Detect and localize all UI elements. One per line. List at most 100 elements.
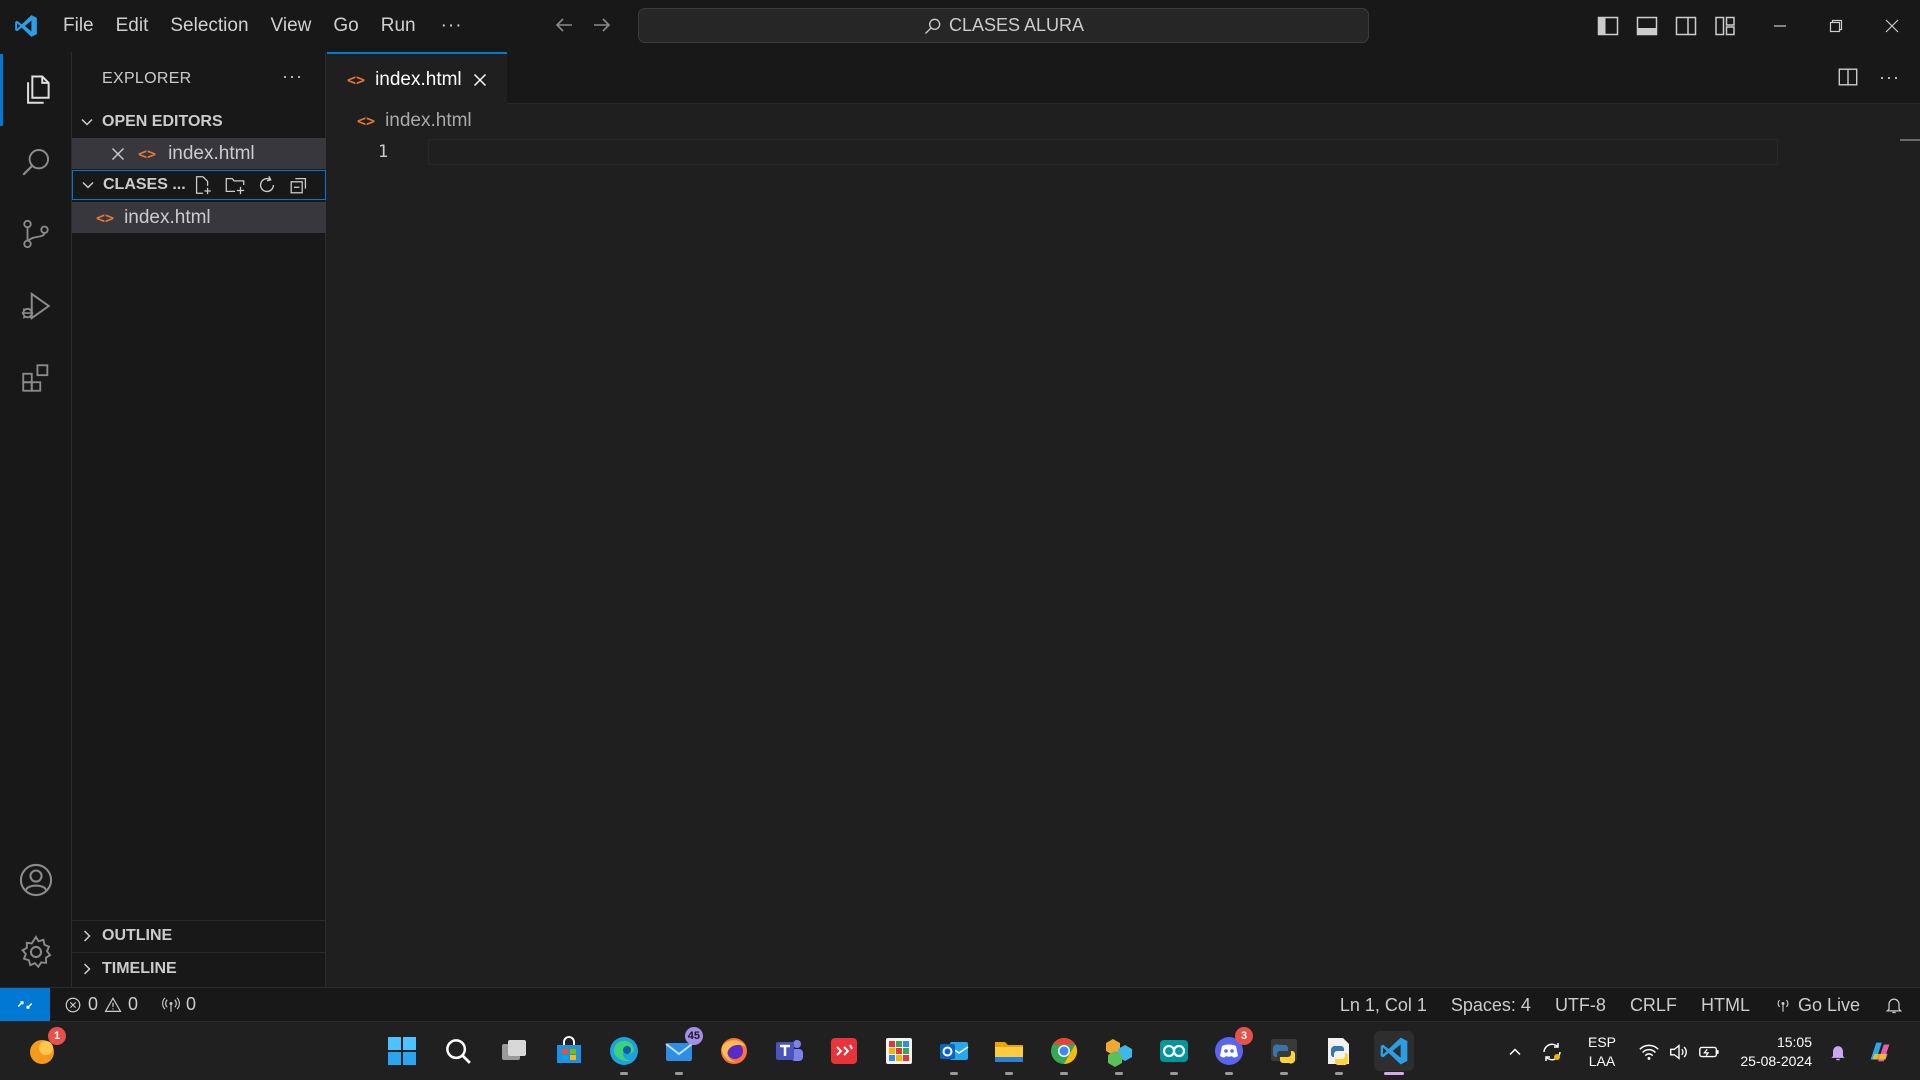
close-tab-icon[interactable] (472, 72, 488, 88)
clock-time: 15:05 (1776, 1033, 1812, 1050)
forward-arrow-icon[interactable] (590, 12, 614, 38)
explorer-icon[interactable] (0, 54, 72, 126)
toggle-panel-icon[interactable] (1635, 14, 1659, 38)
outlook-icon[interactable] (934, 1031, 974, 1075)
notifications-bell-icon[interactable] (1872, 995, 1920, 1015)
open-editors-header[interactable]: OPEN EDITORS (72, 107, 326, 137)
indentation[interactable]: Spaces: 4 (1439, 995, 1543, 1016)
system-tray: ESP LAA 15:05 25-08-2024 (1500, 1022, 1902, 1080)
sync-icon[interactable] (1530, 1040, 1574, 1064)
go-live-button[interactable]: Go Live (1762, 995, 1872, 1016)
ports-count: 0 (186, 994, 197, 1014)
warning-count: 0 (128, 994, 139, 1014)
end-of-line[interactable]: CRLF (1618, 995, 1689, 1016)
remote-indicator-icon[interactable] (0, 987, 50, 1022)
menu-edit[interactable]: Edit (105, 0, 160, 52)
collapse-all-icon[interactable] (288, 174, 310, 196)
network-volume-battery[interactable] (1630, 1041, 1728, 1063)
minimize-icon[interactable] (1752, 0, 1808, 52)
clock-date: 25-08-2024 (1740, 1052, 1812, 1069)
status-bar-right: Ln 1, Col 1 Spaces: 4 UTF-8 CRLF HTML Go… (1328, 988, 1920, 1022)
new-file-icon[interactable] (192, 174, 214, 196)
toggle-primary-sidebar-icon[interactable] (1596, 14, 1620, 38)
scrollbar-slider[interactable] (1900, 139, 1920, 141)
notification-center-icon[interactable] (1818, 1042, 1858, 1062)
chrome-icon[interactable] (1044, 1031, 1084, 1075)
html-file-icon: <> (138, 144, 157, 163)
menu-file[interactable]: File (52, 0, 105, 52)
weather-widget-icon[interactable]: 1 (22, 1027, 66, 1071)
vscode-taskbar-icon[interactable] (1374, 1031, 1414, 1075)
new-folder-icon[interactable] (224, 174, 246, 196)
timeline-title: TIMELINE (102, 960, 177, 977)
calendar-app-icon[interactable] (824, 1031, 864, 1071)
bingo-app-icon[interactable] (879, 1031, 919, 1071)
language-mode[interactable]: HTML (1689, 995, 1762, 1016)
source-control-icon[interactable] (0, 198, 72, 270)
firefox-icon[interactable] (714, 1031, 754, 1071)
extensions-icon[interactable] (0, 342, 72, 414)
close-editor-icon[interactable] (110, 146, 126, 162)
close-window-icon[interactable] (1864, 0, 1920, 52)
volume-icon (1668, 1041, 1690, 1063)
manage-gear-icon[interactable] (0, 916, 72, 988)
menu-go[interactable]: Go (322, 0, 369, 52)
run-and-debug-icon[interactable] (0, 270, 72, 342)
menu-more-button[interactable]: ··· (427, 15, 477, 37)
open-editor-filename: index.html (168, 142, 255, 164)
open-editor-item[interactable]: <> index.html (72, 138, 326, 169)
running-indicator (1280, 1072, 1288, 1075)
taskbar-search-icon[interactable] (438, 1031, 478, 1071)
problems-indicator[interactable]: 0 0 (64, 994, 138, 1015)
code-editor-current-line[interactable] (428, 139, 1778, 165)
edge-icon[interactable] (604, 1031, 644, 1075)
activity-bar (0, 52, 72, 987)
file-explorer-icon[interactable] (989, 1031, 1029, 1075)
editor-tab[interactable]: <> index.html (327, 52, 507, 105)
menu-view[interactable]: View (260, 0, 323, 52)
mail-icon[interactable]: 45 (659, 1027, 703, 1075)
copilot-icon[interactable] (1858, 1037, 1902, 1067)
split-editor-icon[interactable] (1837, 66, 1859, 88)
explorer-more-button[interactable]: ··· (282, 66, 303, 87)
html-file-icon: <> (347, 70, 366, 89)
running-indicator (1335, 1072, 1343, 1075)
breadcrumb: <> index.html (357, 110, 472, 132)
accounts-icon[interactable] (0, 844, 72, 916)
command-center-search[interactable]: CLASES ALURA (638, 8, 1369, 43)
toggle-secondary-sidebar-icon[interactable] (1674, 14, 1698, 38)
blocks-app-icon[interactable] (1099, 1031, 1139, 1075)
file-tree-item[interactable]: <> index.html (72, 202, 326, 233)
discord-icon[interactable]: 3 (1209, 1027, 1253, 1075)
file-encoding[interactable]: UTF-8 (1543, 995, 1618, 1016)
menu-run[interactable]: Run (370, 0, 427, 52)
running-indicator (675, 1072, 683, 1075)
teams-icon[interactable] (769, 1031, 809, 1071)
python-idle-icon[interactable] (1319, 1031, 1359, 1075)
folder-header[interactable]: CLASES ... (72, 170, 326, 200)
keyboard-layout: LAA (1588, 1052, 1616, 1069)
microsoft-store-icon[interactable] (549, 1031, 589, 1071)
outline-header[interactable]: OUTLINE (72, 921, 326, 951)
arduino-icon[interactable] (1154, 1031, 1194, 1075)
customize-layout-icon[interactable] (1713, 14, 1737, 38)
weather-badge: 1 (48, 1027, 66, 1045)
refresh-icon[interactable] (256, 174, 278, 196)
start-icon[interactable] (382, 1031, 422, 1071)
cursor-position[interactable]: Ln 1, Col 1 (1328, 995, 1439, 1016)
breadcrumb-file[interactable]: index.html (385, 110, 472, 132)
broadcast-icon (1774, 996, 1792, 1014)
editor-more-button[interactable]: ··· (1879, 67, 1900, 88)
python-icon[interactable] (1264, 1031, 1304, 1075)
menu-selection[interactable]: Selection (159, 0, 259, 52)
back-arrow-icon[interactable] (552, 12, 576, 38)
search-view-icon[interactable] (0, 126, 72, 198)
show-hidden-icons-icon[interactable] (1500, 1044, 1530, 1060)
chevron-down-icon (72, 114, 102, 130)
restore-icon[interactable] (1808, 0, 1864, 52)
timeline-header[interactable]: TIMELINE (72, 954, 326, 984)
clock[interactable]: 15:05 25-08-2024 (1728, 1033, 1818, 1071)
task-view-icon[interactable] (494, 1031, 534, 1071)
ports-indicator[interactable]: 0 (162, 994, 196, 1015)
input-language[interactable]: ESP LAA (1574, 1033, 1630, 1071)
